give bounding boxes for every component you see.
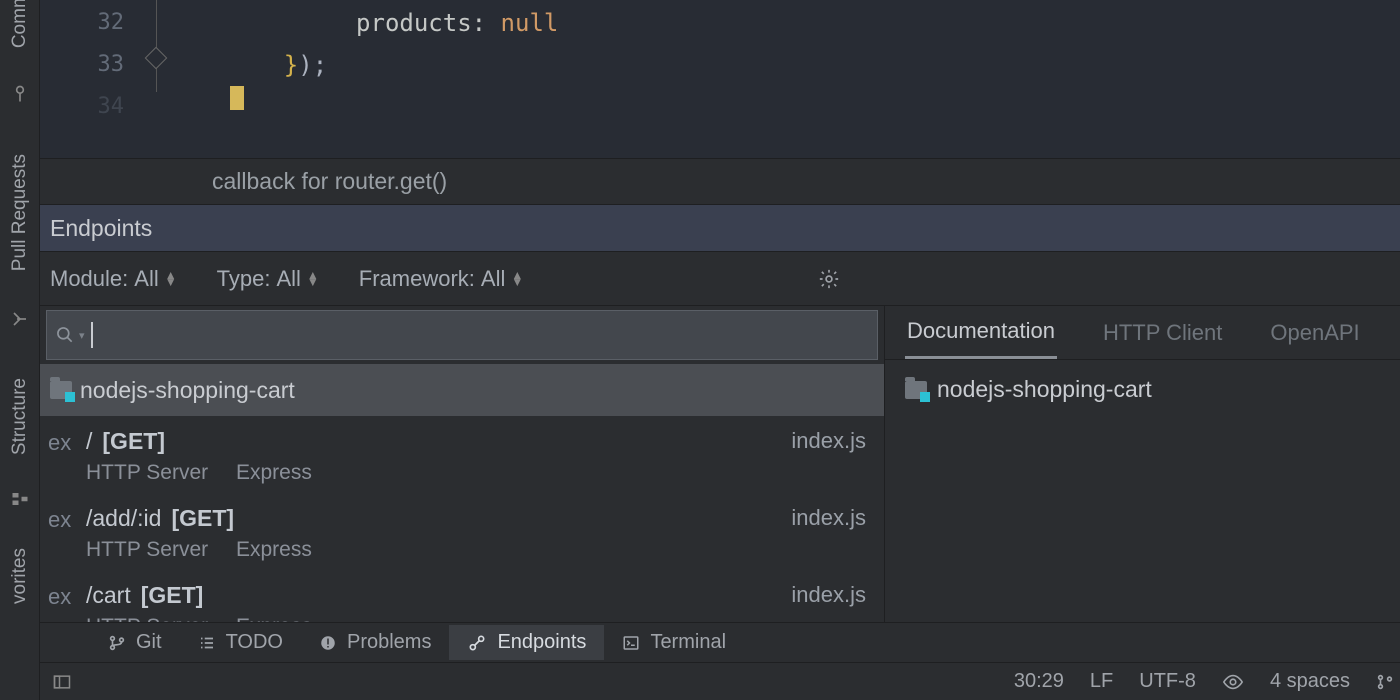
folder-icon xyxy=(50,381,72,399)
doc-tabs: Documentation HTTP Client OpenAPI xyxy=(885,306,1400,360)
rail-item-favorites[interactable]: vorites xyxy=(9,548,31,604)
tool-windows-icon[interactable] xyxy=(52,672,72,692)
code-token-null: null xyxy=(501,9,559,37)
bottom-tool-tabs: Git TODO Problems Endpoints xyxy=(40,622,1400,662)
tab-documentation[interactable]: Documentation xyxy=(905,306,1057,359)
filter-type[interactable]: Type: All ▲▼ xyxy=(217,266,319,292)
git-branch-icon[interactable] xyxy=(1376,671,1394,693)
tab-openapi[interactable]: OpenAPI xyxy=(1268,308,1361,358)
rail-item-pull-requests[interactable]: Pull Requests xyxy=(9,154,31,271)
endpoint-server: HTTP Server xyxy=(86,615,208,622)
inspection-eye-icon[interactable] xyxy=(1222,671,1244,693)
gear-icon[interactable] xyxy=(818,268,840,290)
documentation-panel: Documentation HTTP Client OpenAPI nodejs… xyxy=(885,306,1400,622)
endpoint-file: index.js xyxy=(791,582,866,608)
status-eol[interactable]: LF xyxy=(1090,670,1113,693)
context-hint: callback for router.get() xyxy=(212,168,447,195)
endpoint-row[interactable]: ex /cart [GET] HTTP Server Express ind xyxy=(40,570,884,622)
endpoint-method: [GET] xyxy=(102,428,165,455)
tab-problems[interactable]: Problems xyxy=(301,625,449,660)
endpoints-icon xyxy=(467,633,487,653)
context-bar: callback for router.get() Endpoints xyxy=(40,158,1400,252)
endpoints-list: ex / [GET] HTTP Server Express index.j xyxy=(40,416,884,622)
tab-terminal[interactable]: Terminal xyxy=(604,625,744,660)
status-bar: 30:29 LF UTF-8 4 spaces xyxy=(40,662,1400,700)
todo-list-icon xyxy=(198,634,216,652)
commit-link-icon xyxy=(10,84,30,104)
endpoint-path: /cart xyxy=(86,582,131,609)
line-number: 33 xyxy=(40,44,124,86)
code-editor[interactable]: products: null }); xyxy=(226,0,1400,158)
filter-module[interactable]: Module: All ▲▼ xyxy=(50,266,177,292)
endpoint-server: HTTP Server xyxy=(86,538,208,561)
rail-item-structure[interactable]: Structure xyxy=(9,378,31,455)
endpoint-framework: Express xyxy=(236,461,312,484)
tab-todo[interactable]: TODO xyxy=(180,625,301,660)
tab-git[interactable]: Git xyxy=(90,625,180,660)
cursor-position-marker xyxy=(230,86,244,110)
folder-icon xyxy=(905,381,927,399)
chevron-updown-icon: ▲▼ xyxy=(165,272,177,286)
status-encoding[interactable]: UTF-8 xyxy=(1139,670,1196,693)
status-cursor-position[interactable]: 30:29 xyxy=(1014,670,1064,693)
structure-icon xyxy=(11,490,29,508)
doc-project-name: nodejs-shopping-cart xyxy=(937,376,1152,403)
line-number: 34 xyxy=(40,86,124,128)
search-icon xyxy=(55,325,75,345)
endpoints-list-panel: ▾ nodejs-shopping-cart ex / [GET] xyxy=(40,306,885,622)
git-branch-icon xyxy=(108,634,126,652)
chevron-updown-icon: ▲▼ xyxy=(307,272,319,286)
problems-icon xyxy=(319,634,337,652)
endpoint-path: /add/:id xyxy=(86,505,161,532)
endpoint-row[interactable]: ex / [GET] HTTP Server Express index.j xyxy=(40,416,884,493)
rail-item-commit[interactable]: Commi xyxy=(9,0,31,48)
search-input[interactable]: ▾ xyxy=(46,310,878,360)
endpoint-badge: ex xyxy=(48,582,80,610)
endpoints-filter-bar: Module: All ▲▼ Type: All ▲▼ Framework: A… xyxy=(40,252,1400,306)
endpoint-method: [GET] xyxy=(141,582,204,609)
doc-content: nodejs-shopping-cart xyxy=(885,360,1400,419)
terminal-icon xyxy=(622,634,640,652)
endpoint-row[interactable]: ex /add/:id [GET] HTTP Server Express xyxy=(40,493,884,570)
fold-marker-icon[interactable] xyxy=(145,47,168,70)
line-number: 32 xyxy=(40,2,124,44)
project-group-row[interactable]: nodejs-shopping-cart xyxy=(40,364,884,416)
endpoint-badge: ex xyxy=(48,505,80,533)
tab-http-client[interactable]: HTTP Client xyxy=(1101,308,1224,358)
editor-gutter: 32 33 34 xyxy=(40,0,136,158)
endpoint-path: / xyxy=(86,428,92,455)
project-name: nodejs-shopping-cart xyxy=(80,377,295,404)
chevron-updown-icon: ▲▼ xyxy=(511,272,523,286)
endpoint-method: [GET] xyxy=(171,505,234,532)
tool-window-title[interactable]: Endpoints xyxy=(40,204,1400,252)
filter-framework[interactable]: Framework: All ▲▼ xyxy=(359,266,523,292)
status-indent[interactable]: 4 spaces xyxy=(1270,670,1350,693)
endpoint-framework: Express xyxy=(236,538,312,561)
endpoint-server: HTTP Server xyxy=(86,461,208,484)
endpoint-badge: ex xyxy=(48,428,80,456)
fold-gutter xyxy=(136,0,226,158)
endpoint-file: index.js xyxy=(791,428,866,454)
left-tool-rail: Commi Pull Requests Structure vorites xyxy=(0,0,40,700)
pull-request-icon xyxy=(11,310,29,328)
code-token-key: products: xyxy=(356,9,486,37)
endpoint-framework: Express xyxy=(236,615,312,622)
tab-endpoints[interactable]: Endpoints xyxy=(449,625,604,660)
endpoint-file: index.js xyxy=(791,505,866,531)
editor-region: 32 33 34 products: null }); xyxy=(40,0,1400,158)
